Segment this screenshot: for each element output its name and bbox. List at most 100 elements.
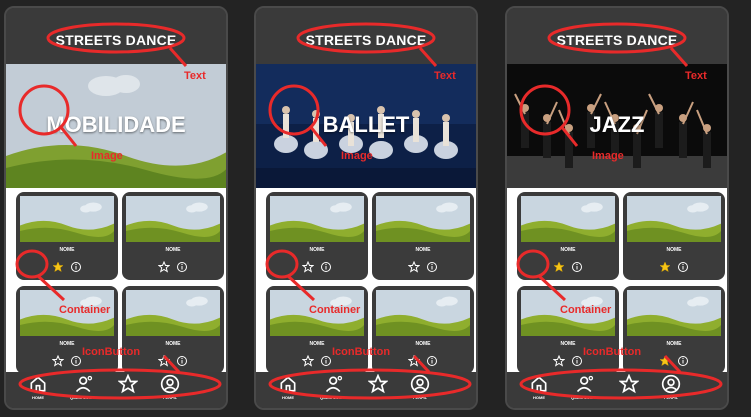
header-title: STREETS DANCE	[55, 32, 177, 48]
info-icon[interactable]	[320, 260, 332, 272]
card-container[interactable]: NOME	[372, 192, 474, 280]
nav-label: QUEM SOMOS	[570, 395, 599, 400]
app-header: STREETS DANCE	[6, 8, 226, 64]
nav-label: FAVORITOS	[116, 395, 140, 400]
annotation-text: Text	[184, 70, 206, 82]
nav-label: HOME	[533, 395, 545, 400]
card-container[interactable]: NOME	[623, 286, 725, 374]
annotation-image: Image	[341, 150, 373, 162]
home-icon	[268, 374, 308, 394]
info-icon[interactable]	[426, 354, 438, 366]
nav-item[interactable]: HOME	[519, 374, 559, 400]
nav-item[interactable]: QUEM SOMOS	[64, 374, 104, 400]
favorite-star-icon[interactable]	[552, 354, 566, 367]
favorite-star-icon[interactable]	[659, 260, 671, 273]
card-container[interactable]: NOME	[266, 192, 368, 280]
hero-image: MOBILIDADE	[6, 64, 226, 188]
nav-item[interactable]: PERFIL	[150, 374, 190, 400]
app-header: STREETS DANCE	[507, 8, 727, 64]
card-image	[376, 196, 470, 242]
nav-item[interactable]: FAVORITOS	[609, 374, 649, 400]
card-image	[627, 196, 721, 242]
nav-label: HOME	[282, 395, 294, 400]
card-name: NOME	[666, 247, 682, 253]
hero-title: JAZZ	[589, 112, 645, 137]
info-icon[interactable]	[677, 260, 689, 272]
card-image	[20, 196, 114, 242]
profile-icon	[150, 374, 190, 394]
info-icon[interactable]	[677, 354, 689, 366]
nav-item[interactable]: QUEM SOMOS	[565, 374, 605, 400]
card-container[interactable]: NOME	[372, 286, 474, 374]
nav-item[interactable]: PERFIL	[651, 374, 691, 400]
favorite-star-icon[interactable]	[301, 354, 315, 367]
card-image	[627, 290, 721, 336]
nav-label: QUEM SOMOS	[69, 395, 98, 400]
card-container[interactable]: NOME	[517, 192, 619, 280]
card-image	[376, 290, 470, 336]
info-icon[interactable]	[571, 260, 583, 272]
annotation-container: Container	[309, 304, 361, 316]
info-icon[interactable]	[320, 354, 332, 366]
favorite-star-icon[interactable]	[157, 354, 171, 367]
card-name: NOME	[560, 247, 576, 253]
favorite-star-icon[interactable]	[301, 260, 315, 273]
card-name: NOME	[59, 247, 75, 253]
hero-title: BALLET	[322, 112, 410, 137]
card-container[interactable]: NOME	[122, 286, 224, 374]
app-header: STREETS DANCE	[256, 8, 476, 64]
annotation-container: Container	[59, 304, 111, 316]
card-container[interactable]: NOME	[623, 192, 725, 280]
nav-label: FAVORITOS	[366, 395, 390, 400]
nav-item[interactable]: HOME	[268, 374, 308, 400]
card-container[interactable]: NOME	[16, 286, 118, 374]
annotation-container: Container	[560, 304, 612, 316]
favorite-star-icon[interactable]	[407, 354, 421, 367]
favorite-star-icon[interactable]	[553, 260, 565, 273]
favorite-star-icon[interactable]	[407, 260, 421, 273]
nav-item[interactable]: FAVORITOS	[358, 374, 398, 400]
nav-label: PERFIL	[412, 395, 428, 400]
card-name: NOME	[309, 247, 325, 253]
card-container[interactable]: NOME	[266, 286, 368, 374]
card-name: NOME	[165, 247, 181, 253]
info-icon[interactable]	[176, 354, 188, 366]
profile-icon	[400, 374, 440, 394]
card-image	[126, 196, 220, 242]
nav-item[interactable]: FAVORITOS	[108, 374, 148, 400]
info-icon[interactable]	[426, 260, 438, 272]
card-image	[521, 196, 615, 242]
card-image	[126, 290, 220, 336]
nav-item[interactable]: QUEM SOMOS	[314, 374, 354, 400]
star-icon	[108, 374, 148, 394]
nav-item[interactable]: PERFIL	[400, 374, 440, 400]
card-container[interactable]: NOME	[122, 192, 224, 280]
annotation-text: Text	[434, 70, 456, 82]
info-icon[interactable]	[571, 354, 583, 366]
header-title: STREETS DANCE	[556, 32, 678, 48]
favorite-star-icon[interactable]	[51, 354, 65, 367]
card-image	[270, 196, 364, 242]
star-icon	[609, 374, 649, 394]
header-title: STREETS DANCE	[305, 32, 427, 48]
card-container[interactable]: NOME	[16, 192, 118, 280]
home-icon	[18, 374, 58, 394]
hero-image: BALLET	[256, 64, 476, 188]
favorite-star-icon[interactable]	[52, 260, 64, 273]
nav-label: HOME	[32, 395, 44, 400]
favorite-star-icon[interactable]	[157, 260, 171, 273]
info-icon[interactable]	[70, 260, 82, 272]
annotation-iconbutton: IconButton	[82, 346, 141, 358]
nav-label: FAVORITOS	[617, 395, 641, 400]
favorite-star-icon[interactable]	[659, 354, 671, 367]
nav-item[interactable]: HOME	[18, 374, 58, 400]
nav-label: QUEM SOMOS	[319, 395, 348, 400]
card-container[interactable]: NOME	[517, 286, 619, 374]
annotation-image: Image	[91, 150, 123, 162]
info-icon[interactable]	[70, 354, 82, 366]
star-icon	[358, 374, 398, 394]
bottom-nav: HOME QUEM SOMOS FAVORITOS PERFIL	[256, 372, 476, 408]
annotation-iconbutton: IconButton	[332, 346, 391, 358]
info-icon[interactable]	[176, 260, 188, 272]
profile-icon	[651, 374, 691, 394]
